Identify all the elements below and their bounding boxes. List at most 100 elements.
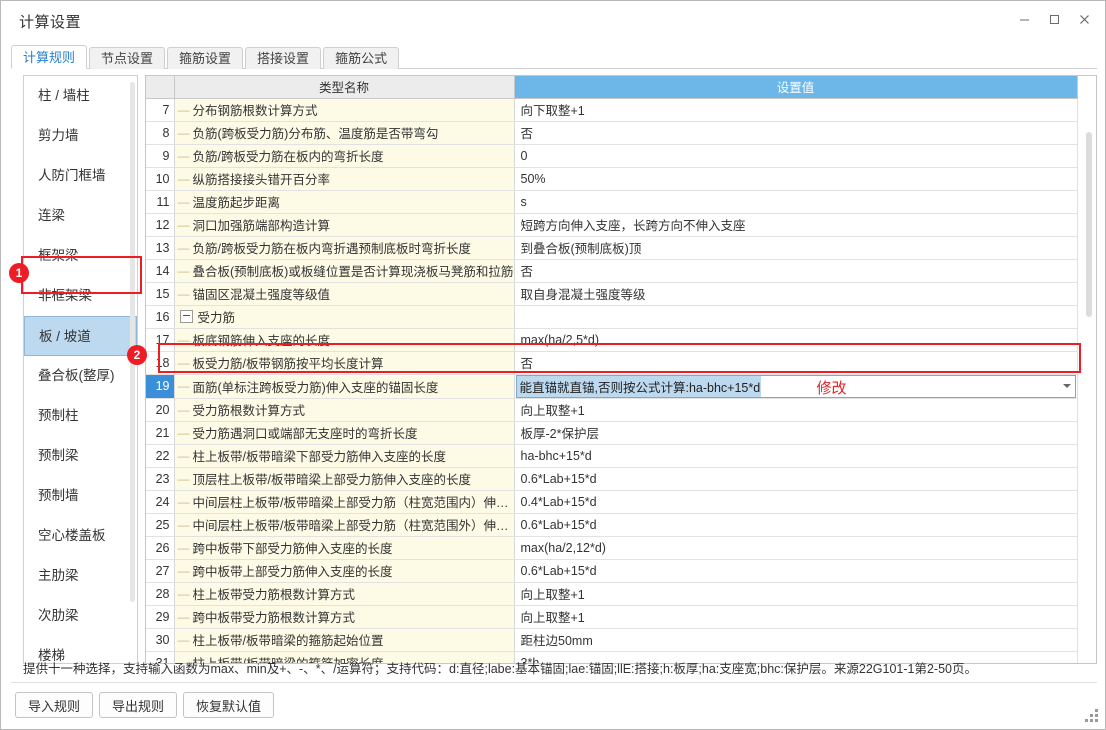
table-row[interactable]: 15— 锚固区混凝土强度等级值 取自身混凝土强度等级 [146, 282, 1078, 306]
rule-value-cell[interactable]: 0.6*Lab+15*d [514, 513, 1078, 537]
rule-name-cell[interactable]: — 叠合板(预制底板)或板缝位置是否计算现浇板马凳筋和拉筋 [174, 259, 515, 283]
rule-name-cell[interactable]: — 洞口加强筋端部构造计算 [174, 213, 515, 237]
rule-value-cell[interactable]: 否 [514, 121, 1078, 145]
table-row[interactable]: 24— 中间层柱上板带/板带暗梁上部受力筋（柱宽范围内）伸入... 0.4*Lab+… [146, 490, 1078, 514]
sidebar-item-secondary-rib-beam[interactable]: 次肋梁 [24, 596, 137, 636]
row-number-cell[interactable]: 21 [146, 421, 175, 445]
table-scrollbar-thumb[interactable] [1086, 132, 1092, 317]
sidebar-item-non-frame-beam[interactable]: 非框架梁 [24, 276, 137, 316]
chevron-down-icon[interactable] [1062, 384, 1071, 388]
rule-name-cell[interactable]: 受力筋 [174, 305, 515, 329]
row-number-cell[interactable]: 14 [146, 259, 175, 283]
row-number-cell[interactable]: 28 [146, 582, 175, 606]
rule-name-cell[interactable]: — 顶层柱上板带/板带暗梁上部受力筋伸入支座的长度 [174, 467, 515, 491]
table-row[interactable]: 28— 柱上板带受力筋根数计算方式 向上取整+1 [146, 582, 1078, 606]
sidebar-item-slab-ramp[interactable]: 板 / 坡道 [24, 316, 137, 356]
row-number-cell[interactable]: 12 [146, 213, 175, 237]
rule-name-cell[interactable]: — 负筋/跨板受力筋在板内的弯折长度 [174, 144, 515, 168]
row-number-cell[interactable]: 10 [146, 167, 175, 191]
rule-value-cell[interactable]: 50% [514, 167, 1078, 191]
rule-value-cell[interactable]: 短跨方向伸入支座，长跨方向不伸入支座 [514, 213, 1078, 237]
tab-stirrup-settings[interactable]: 箍筋设置 [167, 47, 244, 69]
table-row[interactable]: 12— 洞口加强筋端部构造计算 短跨方向伸入支座，长跨方向不伸入支座 [146, 213, 1078, 237]
restore-defaults-button[interactable]: 恢复默认值 [183, 692, 275, 718]
row-number-cell[interactable]: 20 [146, 398, 175, 422]
table-row[interactable]: 22— 柱上板带/板带暗梁下部受力筋伸入支座的长度 ha-bhc+15*d [146, 444, 1078, 468]
table-row[interactable]: 8— 负筋(跨板受力筋)分布筋、温度筋是否带弯勾否 [146, 121, 1078, 145]
row-number-cell[interactable]: 18 [146, 351, 175, 375]
table-row[interactable]: 18— 板受力筋/板带钢筋按平均长度计算否 [146, 351, 1078, 375]
sidebar-item-precast-beam[interactable]: 预制梁 [24, 436, 137, 476]
sidebar-item-precast-column[interactable]: 预制柱 [24, 396, 137, 436]
row-number-cell[interactable]: 22 [146, 444, 175, 468]
rule-name-cell[interactable]: — 受力筋遇洞口或端部无支座时的弯折长度 [174, 421, 515, 445]
row-number-cell[interactable]: 16 [146, 305, 175, 329]
table-row[interactable]: 11— 温度筋起步距离 s [146, 190, 1078, 214]
table-row[interactable]: 10— 纵筋搭接接头错开百分率 50% [146, 167, 1078, 191]
row-number-cell[interactable]: 8 [146, 121, 175, 145]
row-number-cell[interactable]: 26 [146, 536, 175, 560]
row-number-cell[interactable]: 7 [146, 98, 175, 122]
component-type-sidebar[interactable]: 柱 / 墙柱 剪力墙 人防门框墙 连梁 框架梁 非框架梁 板 / 坡道 叠合板(… [23, 75, 138, 664]
rule-name-cell[interactable]: — 跨中板带上部受力筋伸入支座的长度 [174, 559, 515, 583]
sidebar-item-frame-beam[interactable]: 框架梁 [24, 236, 137, 276]
row-number-cell[interactable]: 25 [146, 513, 175, 537]
rule-name-cell[interactable]: — 柱上板带/板带暗梁下部受力筋伸入支座的长度 [174, 444, 515, 468]
sidebar-item-air-defense-door-frame-wall[interactable]: 人防门框墙 [24, 156, 137, 196]
rule-name-cell[interactable]: — 板底钢筋伸入支座的长度 [174, 328, 515, 352]
rule-name-cell[interactable]: — 纵筋搭接接头错开百分率 [174, 167, 515, 191]
row-number-cell[interactable]: 30 [146, 628, 175, 652]
tab-node-settings[interactable]: 节点设置 [89, 47, 166, 69]
sidebar-item-coupling-beam[interactable]: 连梁 [24, 196, 137, 236]
row-number-cell[interactable]: 23 [146, 467, 175, 491]
close-button[interactable] [1069, 5, 1099, 33]
table-row[interactable]: 21— 受力筋遇洞口或端部无支座时的弯折长度 板厚-2*保护层 [146, 421, 1078, 445]
table-row[interactable]: 29— 跨中板带受力筋根数计算方式 向上取整+1 [146, 605, 1078, 629]
maximize-button[interactable] [1039, 5, 1069, 33]
rule-value-cell[interactable]: 0.4*Lab+15*d [514, 490, 1078, 514]
rule-value-cell[interactable]: 向上取整+1 [514, 605, 1078, 629]
rule-name-cell[interactable]: — 温度筋起步距离 [174, 190, 515, 214]
row-number-cell[interactable]: 9 [146, 144, 175, 168]
table-row[interactable]: 25— 中间层柱上板带/板带暗梁上部受力筋（柱宽范围外）伸入... 0.6*Lab+… [146, 513, 1078, 537]
rule-name-cell[interactable]: — 分布钢筋根数计算方式 [174, 98, 515, 122]
rule-value-cell[interactable]: 距柱边50mm [514, 628, 1078, 652]
rule-value-cell[interactable] [514, 305, 1078, 329]
rule-value-cell[interactable]: 到叠合板(预制底板)顶 [514, 236, 1078, 260]
rule-value-cell[interactable]: ha-bhc+15*d [514, 444, 1078, 468]
table-row[interactable]: 26— 跨中板带下部受力筋伸入支座的长度 max(ha/2,12*d) [146, 536, 1078, 560]
rule-name-cell[interactable]: — 负筋(跨板受力筋)分布筋、温度筋是否带弯勾 [174, 121, 515, 145]
table-row[interactable]: 27— 跨中板带上部受力筋伸入支座的长度 0.6*Lab+15*d [146, 559, 1078, 583]
rule-name-cell[interactable]: — 受力筋根数计算方式 [174, 398, 515, 422]
row-number-cell[interactable]: 11 [146, 190, 175, 214]
rule-name-cell[interactable]: — 跨中板带下部受力筋伸入支座的长度 [174, 536, 515, 560]
value-combobox[interactable]: 能直锚就直锚,否则按公式计算:ha-bhc+15*d 修改 [515, 374, 1076, 397]
row-number-cell[interactable]: 13 [146, 236, 175, 260]
rule-value-cell[interactable]: 0.6*Lab+15*d [514, 467, 1078, 491]
value-selected-text[interactable]: 能直锚就直锚,否则按公式计算:ha-bhc+15*d [516, 375, 762, 397]
rule-name-cell[interactable]: — 板受力筋/板带钢筋按平均长度计算 [174, 351, 515, 375]
rule-value-cell[interactable]: 取自身混凝土强度等级 [514, 282, 1078, 306]
table-row[interactable]: 13— 负筋/跨板受力筋在板内弯折遇预制底板时弯折长度 到叠合板(预制底板)顶 [146, 236, 1078, 260]
tab-lap-settings[interactable]: 搭接设置 [245, 47, 322, 69]
rule-value-cell[interactable]: s [514, 190, 1078, 214]
table-row[interactable]: 19— 面筋(单标注跨板受力筋)伸入支座的锚固长度 能直锚就直锚,否则按公式计算:h… [146, 374, 1078, 399]
sidebar-scrollbar[interactable] [130, 82, 135, 602]
rule-value-cell[interactable]: max(ha/2,5*d) [514, 328, 1078, 352]
table-row[interactable]: 30— 柱上板带/板带暗梁的箍筋起始位置 距柱边50mm [146, 628, 1078, 652]
row-number-cell[interactable]: 15 [146, 282, 175, 306]
row-number-cell[interactable]: 27 [146, 559, 175, 583]
rule-value-cell[interactable]: 否 [514, 259, 1078, 283]
sidebar-item-hollow-floor-slab[interactable]: 空心楼盖板 [24, 516, 137, 556]
rule-value-cell[interactable]: 能直锚就直锚,否则按公式计算:ha-bhc+15*d 修改 [514, 374, 1078, 399]
table-row[interactable]: 9— 负筋/跨板受力筋在板内的弯折长度 0 [146, 144, 1078, 168]
rule-value-cell[interactable]: 向上取整+1 [514, 398, 1078, 422]
row-number-cell[interactable]: 24 [146, 490, 175, 514]
table-vertical-scrollbar[interactable] [1083, 99, 1095, 662]
rule-name-cell[interactable]: — 中间层柱上板带/板带暗梁上部受力筋（柱宽范围内）伸入... [174, 490, 515, 514]
resize-grip-icon[interactable] [1085, 709, 1099, 723]
rule-name-cell[interactable]: — 柱上板带/板带暗梁的箍筋起始位置 [174, 628, 515, 652]
sidebar-item-composite-slab[interactable]: 叠合板(整厚) [24, 356, 137, 396]
table-row[interactable]: 23— 顶层柱上板带/板带暗梁上部受力筋伸入支座的长度 0.6*Lab+15*d [146, 467, 1078, 491]
tab-stirrup-formula[interactable]: 箍筋公式 [323, 47, 400, 69]
